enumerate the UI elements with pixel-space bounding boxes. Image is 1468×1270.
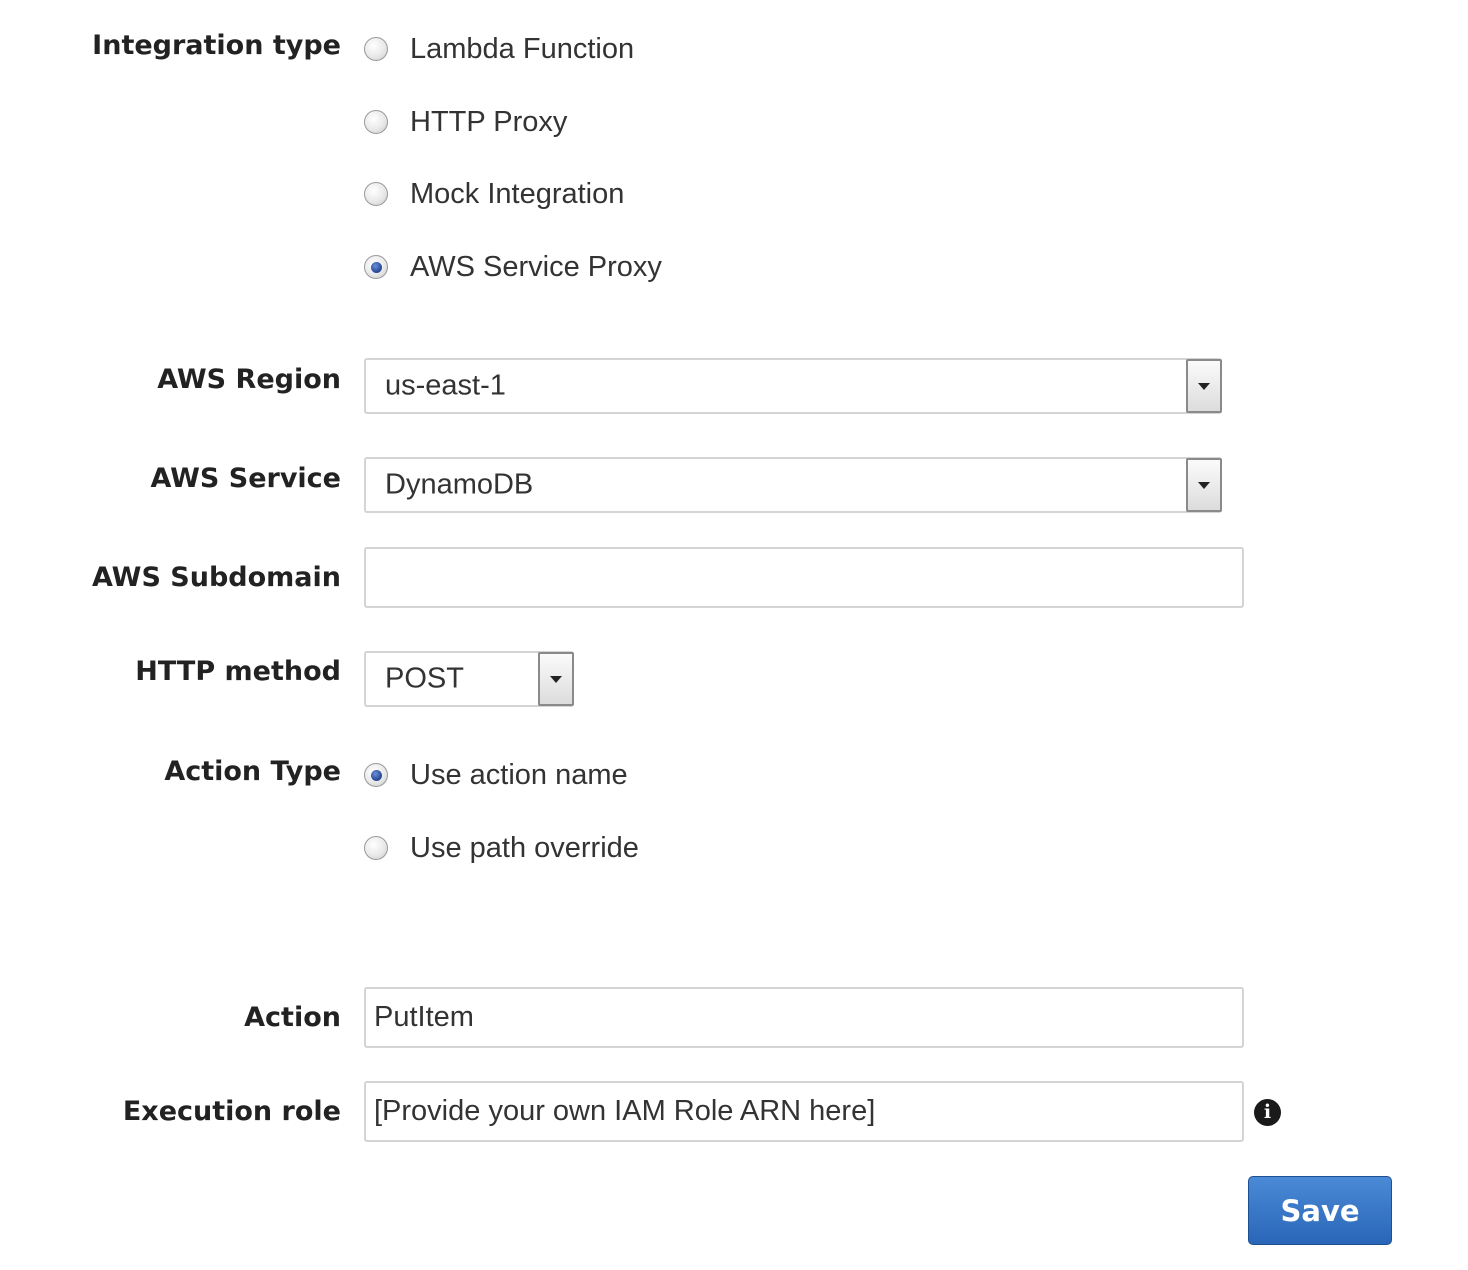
radio-button[interactable] [364, 110, 388, 134]
radio-button-checked[interactable] [364, 255, 388, 279]
chevron-down-icon [1198, 382, 1210, 390]
aws-region-select[interactable]: us-east-1 [364, 358, 1222, 414]
radio-button[interactable] [364, 37, 388, 61]
aws-region-value: us-east-1 [385, 369, 506, 402]
radio-label: Use action name [410, 758, 628, 791]
radio-use-path-override[interactable]: Use path override [364, 832, 639, 864]
radio-label: Use path override [410, 831, 639, 864]
chevron-down-icon [550, 675, 562, 683]
radio-use-action-name[interactable]: Use action name [364, 759, 628, 791]
radio-label: AWS Service Proxy [410, 250, 662, 283]
action-label: Action [244, 1002, 341, 1033]
radio-label: Lambda Function [410, 32, 635, 65]
radio-lambda-function[interactable]: Lambda Function [364, 33, 634, 65]
aws-service-value: DynamoDB [385, 468, 534, 501]
http-method-value: POST [385, 662, 464, 695]
aws-region-label: AWS Region [157, 364, 341, 395]
info-icon[interactable]: i [1254, 1099, 1281, 1126]
action-input[interactable] [364, 987, 1244, 1048]
radio-label: Mock Integration [410, 177, 625, 210]
http-method-select[interactable]: POST [364, 651, 574, 707]
radio-button[interactable] [364, 182, 388, 206]
dropdown-button[interactable] [1186, 458, 1222, 512]
radio-button[interactable] [364, 836, 388, 860]
radio-button-checked[interactable] [364, 763, 388, 787]
chevron-down-icon [1198, 481, 1210, 489]
execution-role-label: Execution role [122, 1096, 341, 1127]
save-button[interactable]: Save [1248, 1176, 1392, 1245]
radio-aws-service-proxy[interactable]: AWS Service Proxy [364, 251, 662, 283]
aws-subdomain-input[interactable] [364, 547, 1244, 608]
aws-subdomain-label: AWS Subdomain [91, 562, 341, 593]
integration-type-label: Integration type [92, 30, 341, 61]
dropdown-button[interactable] [538, 652, 574, 706]
dropdown-button[interactable] [1186, 359, 1222, 413]
aws-service-label: AWS Service [150, 463, 341, 494]
action-type-label: Action Type [164, 756, 341, 787]
radio-label: HTTP Proxy [410, 105, 568, 138]
radio-mock-integration[interactable]: Mock Integration [364, 178, 624, 210]
radio-http-proxy[interactable]: HTTP Proxy [364, 106, 567, 138]
execution-role-input[interactable] [364, 1081, 1244, 1142]
http-method-label: HTTP method [135, 656, 341, 687]
aws-service-select[interactable]: DynamoDB [364, 457, 1222, 513]
